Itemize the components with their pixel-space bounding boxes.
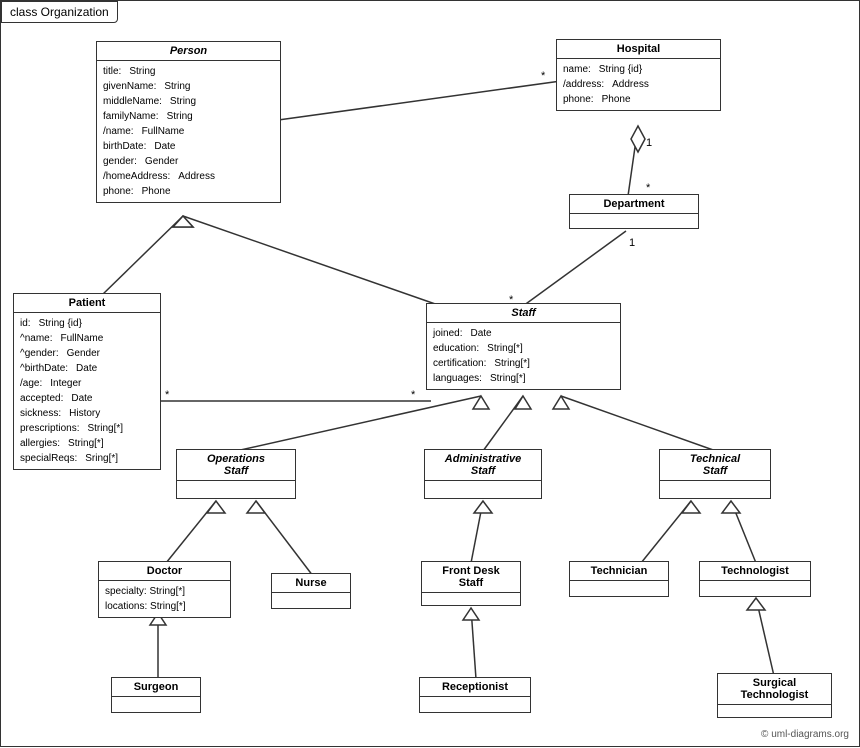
- diagram-container: class Organization * * 1 * 1 * * *: [0, 0, 860, 747]
- surgical-tech-title: Surgical Technologist: [718, 674, 831, 705]
- tech-staff-box: Technical Staff: [659, 449, 771, 499]
- patient-title: Patient: [14, 294, 160, 313]
- staff-attrs: joined:Date education:String[*] certific…: [427, 323, 620, 389]
- person-box: Person title:String givenName:String mid…: [96, 41, 281, 203]
- svg-text:*: *: [541, 70, 546, 82]
- technologist-box: Technologist: [699, 561, 811, 597]
- hospital-attrs: name:String {id} /address:Address phone:…: [557, 59, 720, 110]
- hospital-box: Hospital name:String {id} /address:Addre…: [556, 39, 721, 111]
- svg-text:*: *: [411, 389, 416, 401]
- person-attrs: title:String givenName:String middleName…: [97, 61, 280, 202]
- svg-text:1: 1: [629, 237, 635, 249]
- ops-staff-title: Operations Staff: [177, 450, 295, 481]
- technician-title: Technician: [570, 562, 668, 581]
- admin-staff-box: Administrative Staff: [424, 449, 542, 499]
- diagram-title: class Organization: [1, 1, 118, 23]
- surgical-tech-box: Surgical Technologist: [717, 673, 832, 718]
- technologist-title: Technologist: [700, 562, 810, 581]
- admin-staff-title: Administrative Staff: [425, 450, 541, 481]
- receptionist-box: Receptionist: [419, 677, 531, 713]
- department-title: Department: [570, 195, 698, 214]
- surgeon-box: Surgeon: [111, 677, 201, 713]
- svg-text:*: *: [646, 182, 651, 194]
- doctor-attrs: specialty: String[*] locations: String[*…: [99, 581, 230, 617]
- surgeon-title: Surgeon: [112, 678, 200, 697]
- tech-staff-title: Technical Staff: [660, 450, 770, 481]
- doctor-title: Doctor: [99, 562, 230, 581]
- svg-text:1: 1: [646, 137, 652, 149]
- front-desk-box: Front Desk Staff: [421, 561, 521, 606]
- ops-staff-box: Operations Staff: [176, 449, 296, 499]
- doctor-box: Doctor specialty: String[*] locations: S…: [98, 561, 231, 618]
- front-desk-title: Front Desk Staff: [422, 562, 520, 593]
- staff-title: Staff: [427, 304, 620, 323]
- department-box: Department: [569, 194, 699, 229]
- patient-attrs: id:String {id} ^name:FullName ^gender:Ge…: [14, 313, 160, 469]
- staff-box: Staff joined:Date education:String[*] ce…: [426, 303, 621, 390]
- nurse-box: Nurse: [271, 573, 351, 609]
- nurse-title: Nurse: [272, 574, 350, 593]
- receptionist-title: Receptionist: [420, 678, 530, 697]
- technician-box: Technician: [569, 561, 669, 597]
- patient-box: Patient id:String {id} ^name:FullName ^g…: [13, 293, 161, 470]
- hospital-title: Hospital: [557, 40, 720, 59]
- copyright: © uml-diagrams.org: [761, 729, 849, 740]
- person-title: Person: [97, 42, 280, 61]
- svg-text:*: *: [165, 389, 170, 401]
